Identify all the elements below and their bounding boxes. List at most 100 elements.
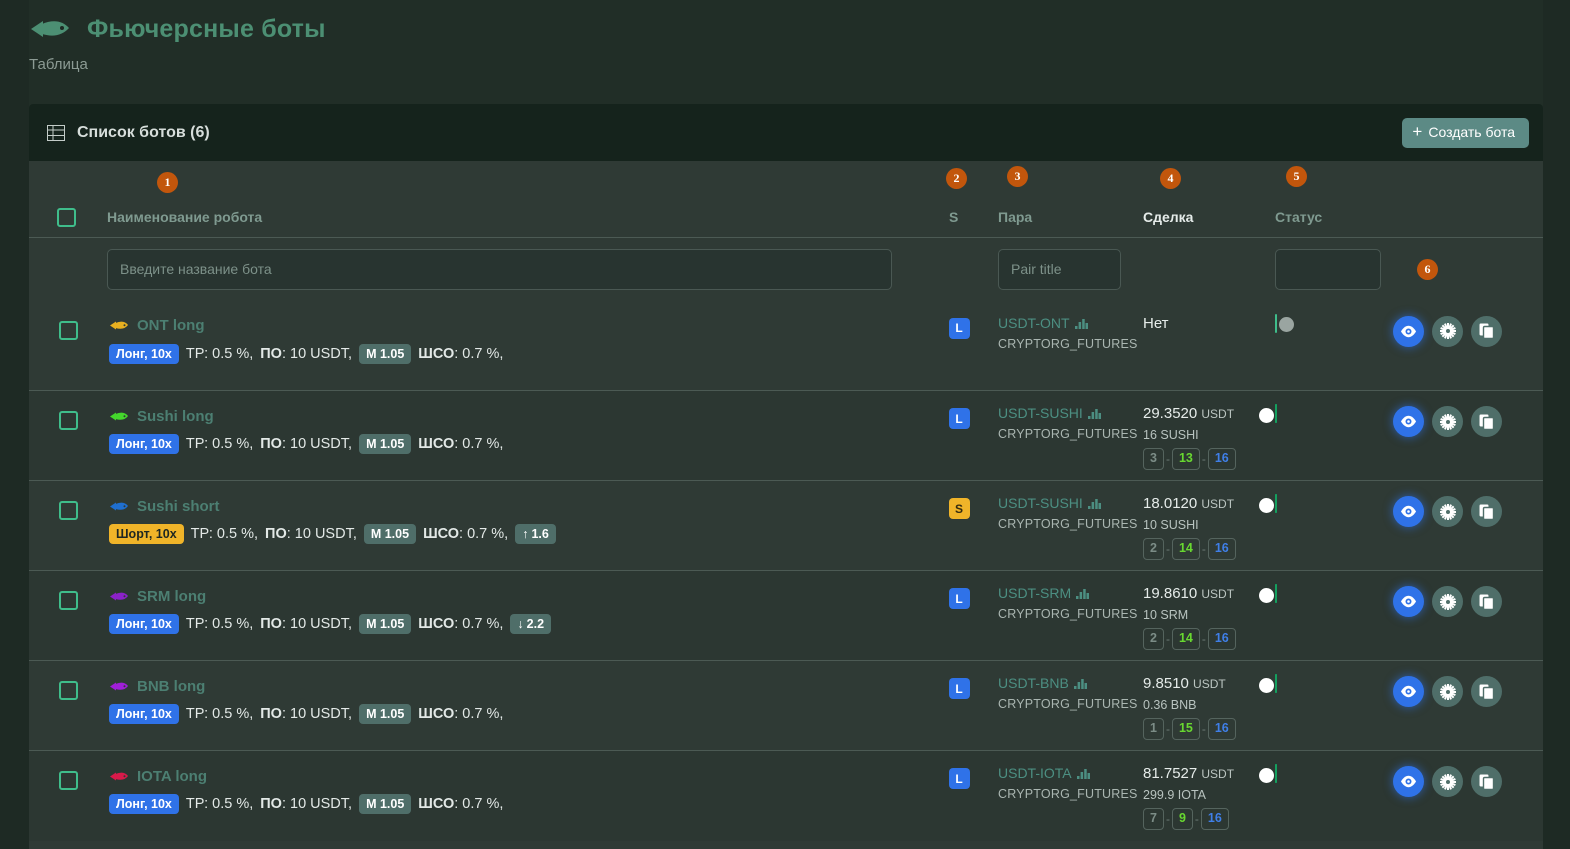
view-bot-button[interactable]	[1393, 315, 1424, 347]
bot-name-filter-input[interactable]	[107, 248, 892, 290]
left-gutter	[0, 0, 29, 849]
bots-card: Список ботов (6) + Создать бота 1 Наимен…	[29, 104, 1543, 849]
row-name-cell: BNB long Лонг, 10x ТР: 0.5 %, ПО: 10 USDT, М…	[107, 660, 920, 751]
settings-bot-button[interactable]	[1432, 586, 1463, 617]
deal-currency: USDT	[1201, 767, 1235, 781]
chart-icon[interactable]	[1087, 497, 1101, 509]
deal-counter-3: 16	[1207, 718, 1236, 740]
status-filter-input[interactable]	[1275, 248, 1381, 290]
bot-name-link[interactable]: Sushi short	[137, 498, 220, 515]
settings-bot-button[interactable]	[1432, 315, 1463, 347]
status-toggle[interactable]	[1258, 764, 1277, 783]
view-bot-button[interactable]	[1393, 676, 1424, 707]
bot-name-link[interactable]: BNB long	[137, 678, 205, 695]
take-profit-param: ТР: 0.5 %,	[185, 436, 254, 453]
side-leverage-badge: Лонг, 10x	[109, 794, 179, 815]
pair-link[interactable]: USDT-SUSHI	[998, 405, 1143, 421]
status-toggle[interactable]	[1258, 584, 1277, 603]
filter-status-cell	[1275, 237, 1393, 301]
bot-name-link[interactable]: SRM long	[137, 588, 206, 605]
row-name-cell: IOTA long Лонг, 10x ТР: 0.5 %, ПО: 10 USDT,…	[107, 750, 920, 841]
row-status-cell	[1258, 660, 1393, 751]
row-actions-cell	[1393, 390, 1543, 481]
martingale-badge: М 1.05	[359, 794, 412, 815]
step-param: ШСО: 0.7 %,	[418, 345, 504, 362]
take-profit-param: ТР: 0.5 %,	[185, 616, 254, 633]
copy-bot-button[interactable]	[1471, 676, 1502, 707]
bot-name-link[interactable]: ONT long	[137, 317, 205, 334]
select-all-checkbox[interactable]	[57, 208, 76, 227]
table-row: ONT long Лонг, 10x ТР: 0.5 %, ПО: 10 USDT, М…	[29, 300, 1543, 391]
martingale-badge: М 1.05	[359, 343, 412, 364]
side-badge: L	[948, 588, 970, 609]
bot-name-link[interactable]: IOTA long	[137, 768, 207, 785]
view-bot-button[interactable]	[1393, 766, 1424, 797]
chart-icon[interactable]	[1074, 317, 1088, 329]
row-status-cell	[1258, 570, 1393, 661]
row-checkbox[interactable]	[58, 501, 78, 520]
order-size-param: ПО: 10 USDT,	[265, 526, 357, 543]
pair-link[interactable]: USDT-SUSHI	[998, 495, 1143, 511]
side-leverage-badge: Шорт, 10x	[109, 524, 184, 545]
pair-link[interactable]: USDT-SRM	[998, 585, 1143, 601]
status-toggle[interactable]	[1258, 494, 1277, 513]
settings-bot-button[interactable]	[1432, 496, 1463, 527]
chart-icon[interactable]	[1073, 677, 1087, 689]
deal-counter-1: 2	[1143, 538, 1164, 560]
header-status-label[interactable]: Статус	[1275, 209, 1322, 225]
row-checkbox[interactable]	[58, 591, 78, 610]
status-toggle[interactable]	[1258, 404, 1277, 423]
deal-currency: USDT	[1201, 407, 1235, 421]
table-head: 1 Наименование робота 2 S 3 Пара 4 Сделк…	[29, 161, 1543, 238]
deal-quantity: 299.9 IOTA	[1143, 788, 1206, 802]
pair-filter-input[interactable]	[998, 248, 1121, 290]
filter-deal-cell	[1143, 237, 1275, 301]
table-row: Sushi long Лонг, 10x ТР: 0.5 %, ПО: 10 USDT…	[29, 390, 1543, 481]
view-bot-button[interactable]	[1393, 496, 1424, 527]
copy-bot-button[interactable]	[1471, 406, 1502, 437]
copy-bot-button[interactable]	[1471, 496, 1502, 527]
row-checkbox[interactable]	[58, 411, 78, 430]
bot-name-link[interactable]: Sushi long	[137, 408, 214, 425]
chart-icon[interactable]	[1076, 767, 1090, 779]
header-name-label[interactable]: Наименование робота	[107, 209, 262, 225]
pair-link[interactable]: USDT-ONT	[998, 315, 1143, 331]
settings-bot-button[interactable]	[1432, 406, 1463, 437]
row-deal-cell: 9.8510 USDT 0.36 BNB 1-15-16	[1143, 660, 1275, 751]
status-toggle[interactable]	[1275, 313, 1294, 333]
row-deal-cell: Нет	[1143, 300, 1275, 391]
row-select-cell	[29, 570, 107, 661]
counter-separator: -	[1194, 811, 1199, 826]
counter-separator: -	[1201, 631, 1206, 646]
bot-rocket-icon	[109, 409, 129, 424]
toggle-knob	[1258, 677, 1274, 693]
settings-bot-button[interactable]	[1432, 766, 1463, 797]
badge-1: 1	[157, 172, 178, 193]
order-size-param: ПО: 10 USDT,	[260, 706, 353, 723]
status-toggle[interactable]	[1258, 674, 1277, 693]
create-bot-button[interactable]: + Создать бота	[1402, 117, 1529, 148]
arrow-up-icon: ↑	[522, 527, 529, 541]
copy-bot-button[interactable]	[1471, 586, 1502, 617]
side-badge: L	[948, 678, 970, 699]
header-pair-label[interactable]: Пара	[998, 209, 1032, 225]
copy-bot-button[interactable]	[1471, 315, 1502, 347]
view-bot-button[interactable]	[1393, 586, 1424, 617]
row-side-cell: L	[920, 300, 998, 391]
side-badge: L	[948, 317, 970, 339]
row-checkbox[interactable]	[58, 681, 78, 700]
header-side-label[interactable]: S	[949, 209, 958, 225]
row-checkbox[interactable]	[58, 771, 78, 790]
exchange-label: CRYPTORG_FUTURES	[998, 697, 1138, 711]
settings-bot-button[interactable]	[1432, 676, 1463, 707]
chart-icon[interactable]	[1076, 587, 1090, 599]
row-side-cell: S	[920, 480, 998, 571]
copy-bot-button[interactable]	[1471, 766, 1502, 797]
pair-link[interactable]: USDT-BNB	[998, 675, 1143, 691]
chart-icon[interactable]	[1087, 407, 1101, 419]
row-checkbox[interactable]	[58, 320, 78, 340]
view-bot-button[interactable]	[1393, 406, 1424, 437]
counter-separator: -	[1165, 451, 1170, 466]
header-deal-label[interactable]: Сделка	[1143, 209, 1193, 225]
pair-link[interactable]: USDT-IOTA	[998, 765, 1143, 781]
